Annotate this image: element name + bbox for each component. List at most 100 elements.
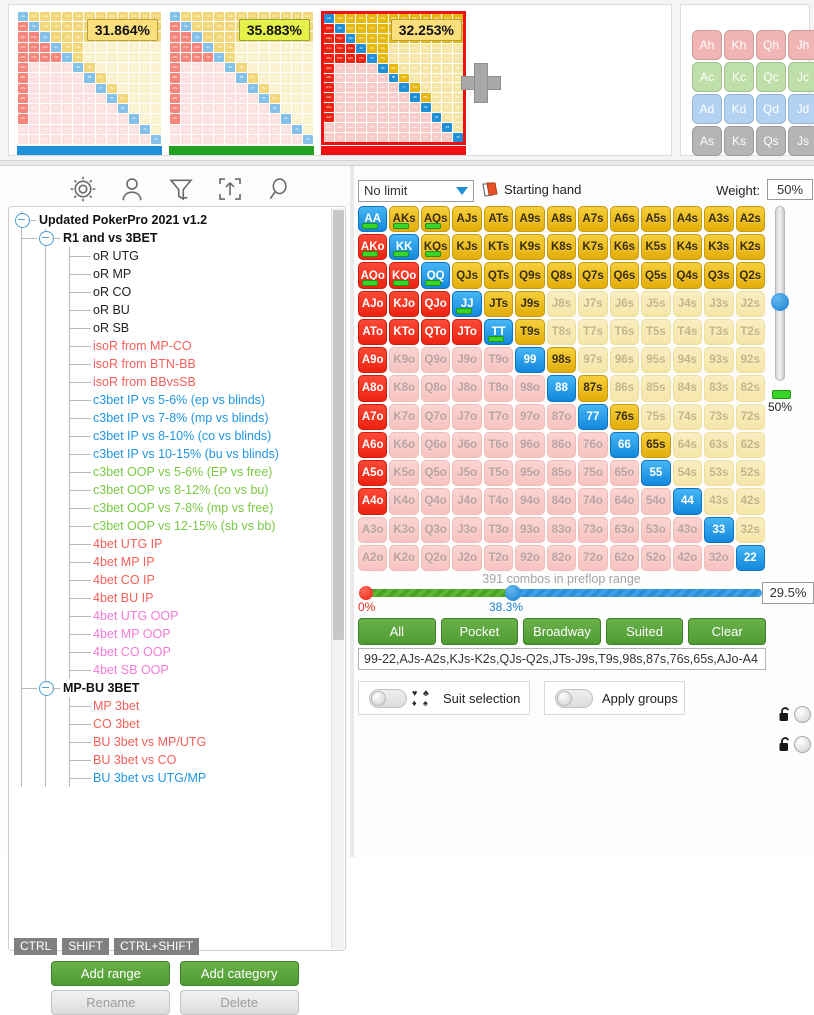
matrix-cell[interactable]: 55 [641,460,671,487]
matrix-cell[interactable]: A5o [358,460,388,487]
matrix-cell[interactable]: 42o [672,544,703,571]
tree-item[interactable]: c3bet IP vs 10-15% (bu vs blinds) [9,445,329,463]
unlock-icon[interactable] [778,736,793,756]
tree-item[interactable]: R1 and vs 3BET [9,229,329,247]
matrix-cell[interactable]: AJo [358,290,388,317]
matrix-cell[interactable]: 64o [609,488,640,515]
matrix-cell[interactable]: K7s [578,234,608,261]
matrix-cell[interactable]: 96o [515,431,545,459]
tree-item[interactable]: BU 3bet vs MP/UTG [9,733,329,751]
matrix-cell[interactable]: 98s [546,347,577,374]
vertical-slider-knob[interactable] [771,293,789,311]
matrix-cell[interactable]: A7o [358,403,388,430]
matrix-cell[interactable]: 97o [515,403,545,430]
gear-icon[interactable] [68,174,98,204]
matrix-cell[interactable]: T9o [483,347,514,374]
matrix-cell[interactable]: K4s [672,234,703,261]
tree-item[interactable]: Updated PokerPro 2021 v1.2 [9,211,329,229]
matrix-cell[interactable]: Q7o [420,403,451,430]
matrix-cell[interactable]: 83o [546,516,577,543]
matrix-cell[interactable]: Q2s [735,262,765,289]
tree-item[interactable]: c3bet OOP vs 5-6% (EP vs free) [9,463,329,481]
vertical-weight-slider[interactable] [771,206,789,381]
tree-item[interactable]: 4bet BU IP [9,589,329,607]
matrix-cell[interactable]: A2s [735,206,765,233]
card-button-Kd[interactable]: Kd [724,94,754,124]
matrix-cell[interactable]: A6o [358,431,388,459]
matrix-cell[interactable]: 66 [609,431,640,459]
card-button-Ah[interactable]: Ah [692,30,722,60]
export-icon[interactable] [215,174,245,204]
tree-item[interactable]: c3bet IP vs 7-8% (mp vs blinds) [9,409,329,427]
tree-item[interactable]: MP 3bet [9,697,329,715]
matrix-cell[interactable]: J4s [672,290,703,317]
matrix-cell[interactable]: 62s [735,431,765,459]
matrix-cell[interactable]: 84s [672,375,703,402]
matrix-cell[interactable]: 62o [609,544,640,571]
matrix-cell[interactable]: TT [483,318,514,346]
tree-item[interactable]: 4bet UTG OOP [9,607,329,625]
matrix-cell[interactable]: K8s [546,234,577,261]
matrix-cell[interactable]: 54s [672,460,703,487]
quick-button-broadway[interactable]: Broadway [523,618,601,645]
matrix-cell[interactable]: J7o [452,403,482,430]
matrix-cell[interactable]: T6o [483,431,514,459]
tree-item[interactable]: c3bet IP vs 8-10% (co vs blinds) [9,427,329,445]
card-button-Kh[interactable]: Kh [724,30,754,60]
matrix-cell[interactable]: Q5o [420,460,451,487]
matrix-cell[interactable]: 22 [735,544,765,571]
matrix-cell[interactable]: 54o [641,488,671,515]
range-thumbnail[interactable]: AA AKs AQs AJs ATs A9s A8s A7s A6s A5s A4s A3s A2s AK… [321,11,466,155]
matrix-cell[interactable]: 88 [546,375,577,402]
matrix-cell[interactable]: KJo [389,290,419,317]
matrix-cell[interactable]: 72o [578,544,608,571]
matrix-cell[interactable]: 94s [672,347,703,374]
matrix-cell[interactable]: Q6s [609,262,640,289]
tree-item[interactable]: oR BU [9,301,329,319]
tree-item[interactable]: 4bet CO OOP [9,643,329,661]
matrix-cell[interactable]: J6s [609,290,640,317]
matrix-cell[interactable]: 83s [704,375,734,402]
matrix-cell[interactable]: A6s [609,206,640,233]
matrix-cell[interactable]: KTo [389,318,419,346]
matrix-cell[interactable]: T7s [578,318,608,346]
matrix-cell[interactable]: J2s [735,290,765,317]
matrix-cell[interactable]: 75o [578,460,608,487]
matrix-cell[interactable]: 53s [704,460,734,487]
matrix-cell[interactable]: QJo [420,290,451,317]
matrix-cell[interactable]: A8s [546,206,577,233]
matrix-cell[interactable]: 73o [578,516,608,543]
matrix-cell[interactable]: 65o [609,460,640,487]
matrix-cell[interactable]: K2s [735,234,765,261]
range-percent-slider[interactable]: 0% 38.3% [358,585,762,614]
matrix-cell[interactable]: AKs [389,206,419,233]
range-tree[interactable]: Updated PokerPro 2021 v1.2 R1 and vs 3BET… [9,207,345,950]
card-button-Qc[interactable]: Qc [756,62,786,92]
tree-item[interactable]: oR CO [9,283,329,301]
matrix-cell[interactable]: 93o [515,516,545,543]
matrix-cell[interactable]: 82o [546,544,577,571]
matrix-cell[interactable]: 52s [735,460,765,487]
matrix-cell[interactable]: T5s [641,318,671,346]
matrix-cell[interactable]: 33 [704,516,734,543]
matrix-cell[interactable]: Q8o [420,375,451,402]
matrix-cell[interactable]: 43s [704,488,734,515]
matrix-cell[interactable]: 97s [578,347,608,374]
matrix-cell[interactable]: 32o [704,544,734,571]
matrix-cell[interactable]: 63s [704,431,734,459]
matrix-cell[interactable]: Q6o [420,431,451,459]
card-button-Kc[interactable]: Kc [724,62,754,92]
matrix-cell[interactable]: A3s [704,206,734,233]
matrix-cell[interactable]: 84o [546,488,577,515]
matrix-cell[interactable]: T7o [483,403,514,430]
matrix-cell[interactable]: 44 [672,488,703,515]
tree-item[interactable]: 4bet CO IP [9,571,329,589]
matrix-cell[interactable]: T2s [735,318,765,346]
matrix-cell[interactable]: T6s [609,318,640,346]
matrix-cell[interactable]: Q4o [420,488,451,515]
matrix-cell[interactable]: JTs [483,290,514,317]
matrix-cell[interactable]: 73s [704,403,734,430]
matrix-cell[interactable]: Q7s [578,262,608,289]
matrix-cell[interactable]: Q9o [420,347,451,374]
tree-item[interactable]: isoR from BTN-BB [9,355,329,373]
